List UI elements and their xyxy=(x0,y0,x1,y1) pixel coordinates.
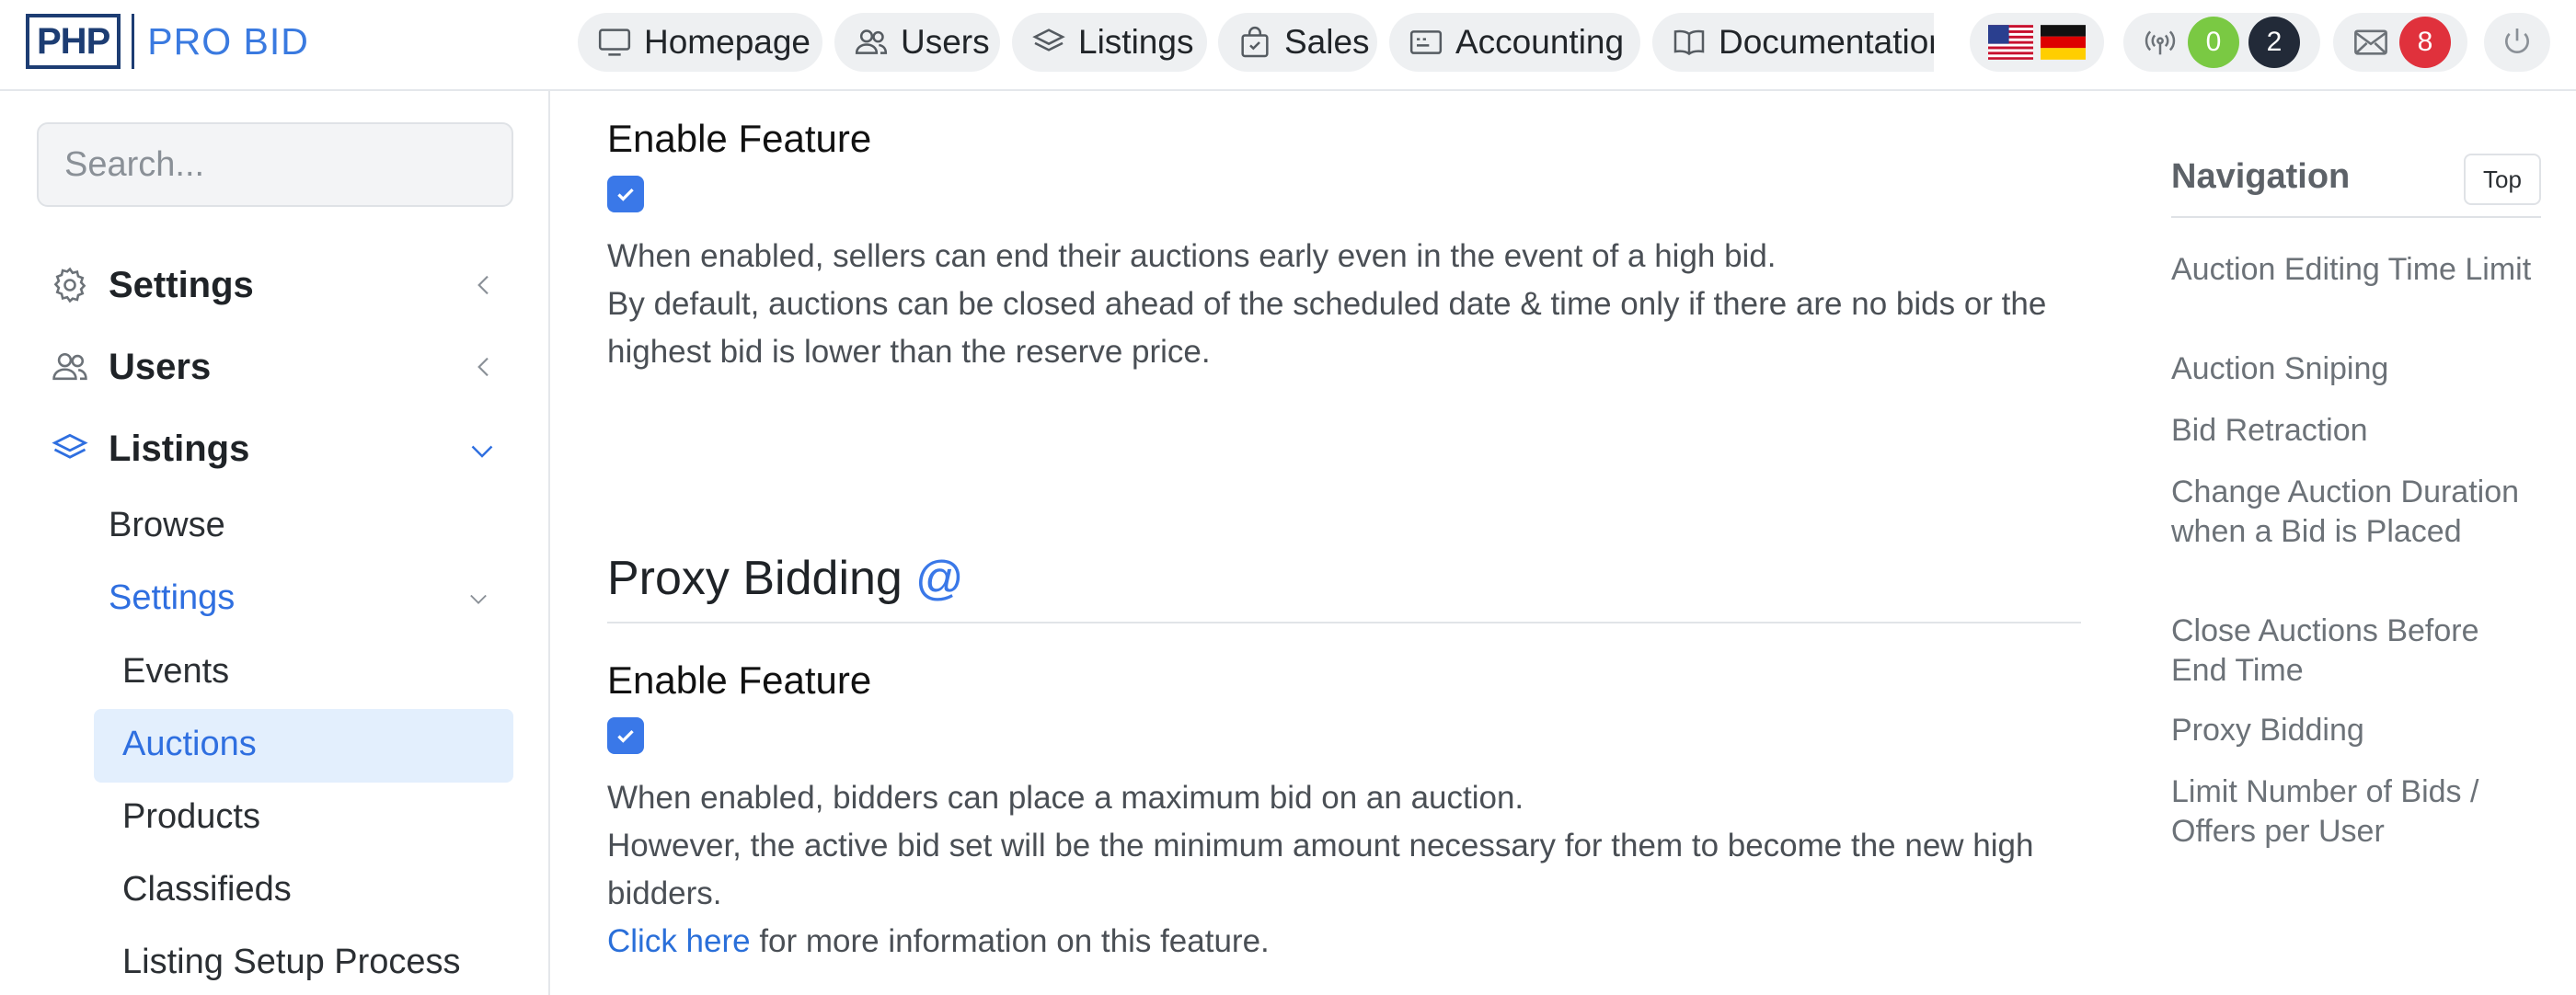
description-line: bidders. xyxy=(607,875,722,911)
broadcast-icon xyxy=(2145,30,2176,55)
top-button[interactable]: Top xyxy=(2464,154,2541,205)
description-line: When enabled, sellers can end their auct… xyxy=(607,238,1777,274)
nav-listings-label: Listings xyxy=(1078,23,1194,61)
nav-accounting[interactable]: Accounting xyxy=(1389,13,1640,72)
sidebar-item-settings-label: Settings xyxy=(109,264,254,305)
page-navigation: Navigation Top Auction Editing Time Limi… xyxy=(2171,91,2558,995)
proxy-bidding-description: When enabled, bidders can place a maximu… xyxy=(607,774,2116,966)
nav-link-limit-number-of-bids[interactable]: Limit Number of Bids / Offers per User xyxy=(2171,772,2539,852)
description-line: highest bid is lower than the reserve pr… xyxy=(607,334,1211,370)
nav-homepage[interactable]: Homepage xyxy=(578,13,822,72)
de-flag-icon[interactable] xyxy=(2041,24,2086,61)
nav-link-proxy-bidding[interactable]: Proxy Bidding xyxy=(2171,711,2539,750)
proxy-bidding-enable-checkbox[interactable] xyxy=(607,717,644,754)
power-icon xyxy=(2505,29,2529,53)
gear-icon xyxy=(53,267,86,303)
more-info-suffix: for more information on this feature. xyxy=(750,923,1270,959)
section-heading-text: Proxy Bidding xyxy=(607,552,903,605)
sidebar-item-users[interactable]: Users xyxy=(50,339,513,395)
language-switcher xyxy=(1970,13,2104,72)
description-line: Click here for more information on this … xyxy=(607,918,2116,966)
section-divider xyxy=(607,622,2081,623)
sidebar: Settings Users Listings Browse Settings … xyxy=(0,91,550,995)
description-line: However, the active bid set will be the … xyxy=(607,828,2034,863)
sidebar-item-listings-label: Listings xyxy=(109,428,250,469)
close-auctions-description: When enabled, sellers can end their auct… xyxy=(607,233,2116,376)
close-auctions-enable-checkbox[interactable] xyxy=(607,176,644,212)
sidebar-sub-classifieds[interactable]: Classifieds xyxy=(122,870,292,909)
book-icon xyxy=(1673,29,1705,56)
nav-documentation-label: Documentation xyxy=(1719,23,1934,61)
logo-name-text: PRO BID xyxy=(147,19,309,63)
nav-link-auction-editing-time-limit[interactable]: Auction Editing Time Limit xyxy=(2171,250,2539,290)
chevron-down-icon xyxy=(470,594,487,604)
logout-button[interactable] xyxy=(2484,13,2550,72)
shopping-bag-icon xyxy=(1241,26,1269,58)
sidebar-item-listings[interactable]: Listings xyxy=(50,421,513,476)
message-count-badge: 8 xyxy=(2399,17,2451,68)
nav-listings[interactable]: Listings xyxy=(1012,13,1207,72)
nav-link-close-auctions-before-end-time[interactable]: Close Auctions Before End Time xyxy=(2171,612,2539,691)
envelope-icon xyxy=(2354,29,2387,55)
nav-link-bid-retraction[interactable]: Bid Retraction xyxy=(2171,411,2539,451)
nav-documentation[interactable]: Documentation xyxy=(1652,13,1934,72)
logo-separator xyxy=(132,14,135,69)
sidebar-item-settings[interactable]: Settings xyxy=(50,257,513,313)
chevron-left-icon xyxy=(477,357,489,377)
users-icon xyxy=(855,29,888,54)
logo-php-text: PHP xyxy=(26,14,121,69)
nav-homepage-label: Homepage xyxy=(644,23,811,61)
main-content: Enable Feature When enabled, sellers can… xyxy=(552,91,2116,995)
monitor-icon xyxy=(598,29,631,56)
enable-feature-label: Enable Feature xyxy=(607,658,872,702)
nav-users[interactable]: Users xyxy=(834,13,1000,72)
sidebar-item-users-label: Users xyxy=(109,346,212,387)
search-input[interactable] xyxy=(64,144,514,185)
nav-sales[interactable]: Sales xyxy=(1218,13,1377,72)
section-heading-proxy-bidding: Proxy Bidding @ xyxy=(607,551,964,606)
us-flag-icon[interactable] xyxy=(1988,24,2033,61)
sidebar-sub-browse[interactable]: Browse xyxy=(109,506,225,545)
description-line: By default, auctions can be closed ahead… xyxy=(607,286,2047,322)
nav-users-label: Users xyxy=(901,23,990,61)
card-icon xyxy=(1409,30,1443,54)
enable-feature-label: Enable Feature xyxy=(607,117,872,160)
more-info-link[interactable]: Click here xyxy=(607,923,751,959)
sidebar-sub-auctions[interactable]: Auctions xyxy=(122,725,257,764)
check-icon xyxy=(617,729,634,743)
notifications-group[interactable]: 0 2 xyxy=(2123,13,2320,72)
nav-accounting-label: Accounting xyxy=(1455,23,1625,61)
sidebar-sub-listing-setup-process[interactable]: Listing Setup Process xyxy=(122,943,461,982)
sidebar-sub-settings[interactable]: Settings xyxy=(109,578,513,618)
notification-count-badge: 2 xyxy=(2248,17,2300,68)
sidebar-sub-settings-label: Settings xyxy=(109,578,236,617)
nav-link-auction-sniping[interactable]: Auction Sniping xyxy=(2171,349,2539,389)
sidebar-sub-products[interactable]: Products xyxy=(122,797,260,837)
top-navbar: PHP PRO BID Homepage Users Listings Sale… xyxy=(0,0,2576,91)
sidebar-search xyxy=(37,122,514,207)
section-anchor-link[interactable]: @ xyxy=(915,552,964,605)
navigation-title: Navigation xyxy=(2171,157,2351,196)
nav-sales-label: Sales xyxy=(1284,23,1370,61)
nav-link-change-auction-duration[interactable]: Change Auction Duration when a Bid is Pl… xyxy=(2171,473,2539,552)
brand-logo[interactable]: PHP PRO BID xyxy=(26,14,309,69)
layers-icon xyxy=(1032,29,1065,51)
sidebar-sub-events[interactable]: Events xyxy=(122,652,229,692)
description-line: When enabled, bidders can place a maximu… xyxy=(607,780,1524,816)
messages-group[interactable]: 8 xyxy=(2333,13,2467,72)
users-icon xyxy=(52,352,87,381)
chevron-down-icon xyxy=(471,445,493,458)
navigation-divider xyxy=(2171,216,2541,218)
chevron-left-icon xyxy=(477,275,489,295)
online-count-badge: 0 xyxy=(2188,17,2239,68)
check-icon xyxy=(617,188,634,201)
layers-icon xyxy=(52,433,88,459)
